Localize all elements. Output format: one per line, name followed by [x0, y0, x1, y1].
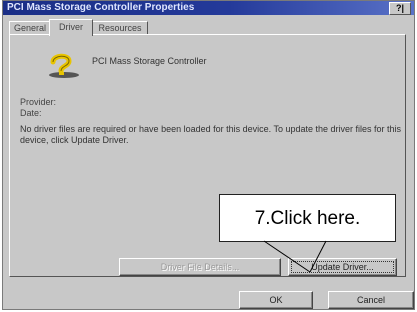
cancel-button[interactable]: Cancel: [328, 291, 414, 309]
help-button[interactable]: ?|: [389, 2, 411, 15]
ok-button[interactable]: OK: [239, 291, 313, 309]
provider-label: Provider:: [20, 97, 57, 107]
device-name: PCI Mass Storage Controller: [92, 56, 207, 66]
tab-general[interactable]: General: [9, 21, 51, 35]
date-label: Date:: [20, 108, 42, 118]
instruction-callout: 7.Click here.: [219, 194, 396, 242]
window-title: PCI Mass Storage Controller Properties: [7, 2, 195, 13]
tab-resources[interactable]: Resources: [92, 21, 148, 35]
tab-driver[interactable]: Driver: [49, 19, 93, 36]
title-bar[interactable]: PCI Mass Storage Controller Properties ?…: [3, 1, 414, 15]
driver-file-details-button: Driver File Details...: [119, 258, 281, 276]
properties-dialog: PCI Mass Storage Controller Properties ?…: [2, 0, 415, 310]
update-driver-button[interactable]: Update Driver...: [288, 258, 397, 276]
driver-message: No driver files are required or have bee…: [20, 124, 402, 145]
question-mark-device-icon: [49, 53, 79, 78]
driver-file-details-label: Driver File Details...: [160, 262, 240, 272]
